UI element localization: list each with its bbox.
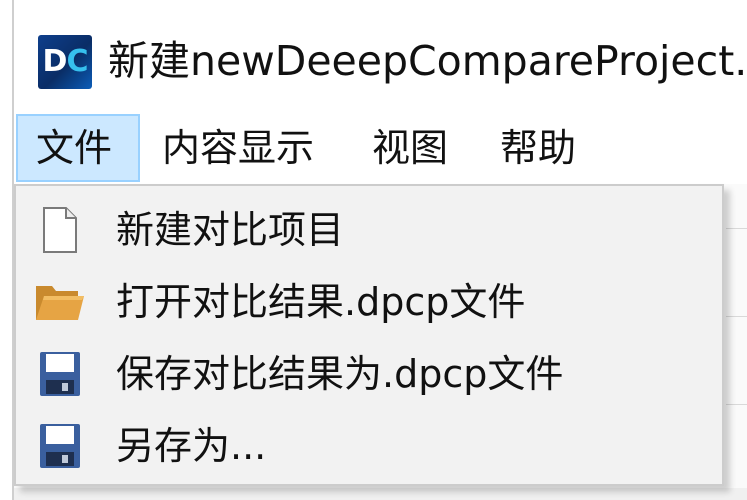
title-bar[interactable]: DC 新建newDeeepCompareProject. (14, 0, 747, 118)
logo-letter-c: C (66, 44, 88, 79)
new-file-icon (34, 204, 86, 256)
status-strip (14, 488, 747, 500)
menu-item-open-result[interactable]: 打开对比结果.dpcp文件 (16, 266, 722, 338)
window-title: 新建newDeeepCompareProject. (108, 37, 747, 85)
menu-file[interactable]: 文件 (16, 114, 140, 182)
menu-bar: 文件 内容显示 视图 帮助 (14, 114, 747, 184)
menu-item-label: 新建对比项目 (116, 208, 345, 252)
menu-item-label: 打开对比结果.dpcp文件 (116, 280, 526, 324)
save-as-disk-icon (34, 420, 86, 472)
file-menu-dropdown: 新建对比项目 打开对比结果.dpcp文件 保存对比结果为.dpcp文件 另存为.… (14, 184, 724, 486)
save-disk-icon (34, 348, 86, 400)
background-divider (726, 404, 747, 405)
menu-view[interactable]: 视图 (372, 114, 448, 182)
background-divider (726, 228, 747, 229)
menu-item-save-as[interactable]: 另存为... (16, 410, 722, 482)
menu-item-label: 另存为... (116, 424, 267, 468)
open-folder-icon (34, 276, 86, 328)
menu-help[interactable]: 帮助 (500, 114, 576, 182)
menu-content-display[interactable]: 内容显示 (162, 114, 314, 182)
background-divider (726, 316, 747, 317)
menu-item-label: 保存对比结果为.dpcp文件 (116, 352, 564, 396)
menu-item-save-result[interactable]: 保存对比结果为.dpcp文件 (16, 338, 722, 410)
deepcompare-logo-icon: DC (38, 35, 92, 89)
logo-letter-d: D (42, 44, 68, 79)
menu-item-new-compare-project[interactable]: 新建对比项目 (16, 194, 722, 266)
